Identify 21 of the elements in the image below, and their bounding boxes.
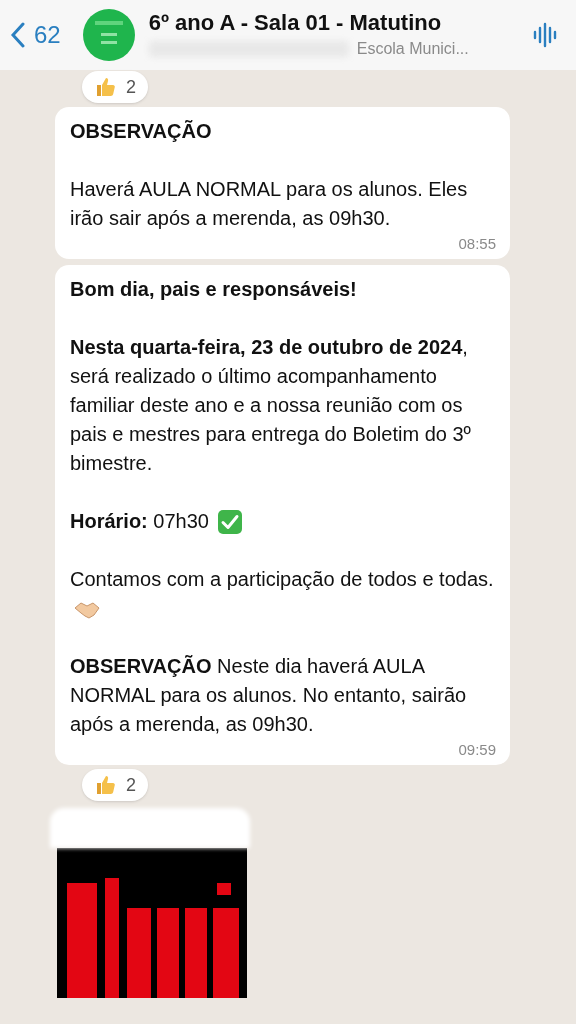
reaction-count: 2 [126, 773, 136, 797]
reaction-count: 2 [126, 75, 136, 99]
message-time: 09:59 [458, 741, 496, 759]
message-time: 08:55 [458, 235, 496, 253]
message-text: Haverá AULA NORMAL para os alunos. Eles irão sair após a merenda, as 09h30. [70, 177, 469, 231]
back-button[interactable]: 62 [10, 17, 61, 53]
thumbs-up-icon [94, 773, 118, 797]
back-icon [10, 22, 26, 48]
message-text: Horário: 07h30 [70, 509, 209, 534]
message-heading: OBSERVAÇÃO [70, 119, 213, 144]
message-text: Contamos com a participação de todos e todas. [70, 568, 494, 590]
message-heading: Bom dia, pais e responsáveis! [70, 277, 358, 302]
message-text: Nesta quarta-feira, 23 de outubro de 2024, será realizado o último acompanhamento familiar deste ano e a nossa reunião com os pais e mestres para entrega do Boletim do 3º bimestre. [70, 335, 472, 476]
thumbs-up-icon [94, 75, 118, 99]
reaction-badge[interactable]: 2 [82, 71, 148, 103]
message-text: OBSERVAÇÃO Neste dia haverá AULA NORMAL para os alunos. No entanto, sairão após a merenda, as 09h30. [70, 654, 468, 737]
chat-subtitle: Escola Munici... [356, 39, 469, 59]
group-avatar[interactable] [82, 9, 135, 61]
reaction-badge[interactable]: 2 [82, 769, 148, 801]
chat-title[interactable]: 6º ano A - Sala 01 - Matutino [148, 9, 532, 37]
check-mark-icon [216, 508, 243, 535]
